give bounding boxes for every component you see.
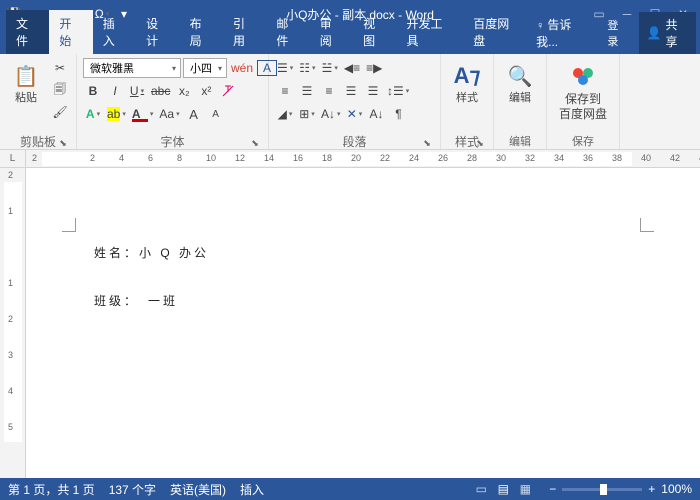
status-page[interactable]: 第 1 页，共 1 页 <box>8 481 95 498</box>
grow-font-button[interactable]: A <box>184 104 204 124</box>
show-marks-button[interactable]: A↓ <box>367 104 387 124</box>
page: 姓名：小 Q 办公 班级： 一班 <box>40 176 680 476</box>
font-size-combo[interactable]: 小四▾ <box>183 58 227 78</box>
tab-review[interactable]: 审阅 <box>310 10 353 54</box>
crop-mark-icon <box>640 218 654 232</box>
align-left-button[interactable]: ≡ <box>275 81 295 101</box>
document-area: 2112345 姓名：小 Q 办公 班级： 一班 <box>0 168 700 478</box>
ruler-corner[interactable]: L <box>0 150 26 168</box>
align-justify-button[interactable]: ☰ <box>341 81 361 101</box>
group-paragraph: ☰ ☷ ☱ ◀≡ ≡▶ ≡ ☰ ≡ ☰ ☰ ↕☰ ◢ ⊞ A↓ ✕ A↓ ¶ <box>269 54 441 149</box>
baidu-cloud-icon <box>569 62 597 90</box>
clipboard-launcher-icon[interactable]: ⬊ <box>58 138 68 148</box>
phonetic-guide-button[interactable]: wén <box>229 58 255 78</box>
status-bar: 第 1 页，共 1 页 137 个字 英语(美国) 插入 ▭ ▤ ▦ − + 1… <box>0 478 700 500</box>
editing-button[interactable]: 🔍 编辑 <box>500 58 540 109</box>
tab-file[interactable]: 文件 <box>6 10 49 54</box>
font-launcher-icon[interactable]: ⬊ <box>250 138 260 148</box>
zoom-control: − + 100% <box>549 482 692 496</box>
underline-button[interactable]: U <box>127 81 147 101</box>
ribbon-tabs: 文件 开始 插入 设计 布局 引用 邮件 审阅 视图 开发工具 百度网盘 ♀ 告… <box>0 28 700 54</box>
group-save-baidu: 保存到百度网盘 保存 <box>547 54 620 149</box>
tab-design[interactable]: 设计 <box>136 10 179 54</box>
tab-view[interactable]: 视图 <box>353 10 396 54</box>
font-color-button[interactable]: A <box>130 104 156 124</box>
group-font: 微软雅黑▾ 小四▾ wén A B I U abc x₂ x² A ab A A… <box>77 54 269 149</box>
font-name-combo[interactable]: 微软雅黑▾ <box>83 58 181 78</box>
horizontal-ruler[interactable]: 2246810121416182022242628303234363840424… <box>26 150 700 168</box>
search-icon: 🔍 <box>506 62 534 90</box>
shrink-font-button[interactable]: A <box>206 104 226 124</box>
numbering-button[interactable]: ☷ <box>297 58 317 78</box>
tell-me[interactable]: ♀ 告诉我... <box>530 13 597 53</box>
multilevel-button[interactable]: ☱ <box>320 58 340 78</box>
styles-launcher-icon[interactable]: ⬊ <box>475 138 485 148</box>
web-layout-button[interactable]: ▦ <box>515 481 535 497</box>
text-line: 班级： 一班 <box>94 286 209 316</box>
status-language[interactable]: 英语(美国) <box>170 481 226 498</box>
status-words[interactable]: 137 个字 <box>109 481 156 498</box>
strikethrough-button[interactable]: abc <box>149 81 172 101</box>
subscript-button[interactable]: x₂ <box>174 81 194 101</box>
ruler-area: L 22468101214161820222426283032343638404… <box>0 150 700 168</box>
align-center-button[interactable]: ☰ <box>297 81 317 101</box>
sort-button[interactable]: A↓ <box>319 104 343 124</box>
clipboard-icon: 📋 <box>12 62 40 90</box>
tab-references[interactable]: 引用 <box>223 10 266 54</box>
tab-mail[interactable]: 邮件 <box>266 10 309 54</box>
shading-button[interactable]: ◢ <box>275 104 295 124</box>
bold-button[interactable]: B <box>83 81 103 101</box>
cut-button[interactable]: ✂ <box>50 58 70 78</box>
share-button[interactable]: 👤共享 <box>639 12 696 54</box>
status-mode[interactable]: 插入 <box>240 481 264 498</box>
styles-icon: A⁊ <box>453 62 481 90</box>
bullets-button[interactable]: ☰ <box>275 58 295 78</box>
clear-format-button[interactable] <box>218 81 238 101</box>
change-case-button[interactable]: Aa <box>157 104 181 124</box>
decrease-indent-button[interactable]: ◀≡ <box>342 58 362 78</box>
format-painter-button[interactable]: 🖌 <box>50 102 70 122</box>
superscript-button[interactable]: x² <box>196 81 216 101</box>
ribbon: 📋 粘贴 ✂ 🗐 🖌 剪贴板⬊ 微软雅黑▾ 小四▾ wén A B I U <box>0 54 700 150</box>
save-to-baidu-button[interactable]: 保存到百度网盘 <box>553 58 613 126</box>
zoom-out-button[interactable]: − <box>549 482 556 496</box>
group-styles: A⁊ 样式 样式⬊ <box>441 54 494 149</box>
text-line: 姓名：小 Q 办公 <box>94 238 209 268</box>
tab-layout[interactable]: 布局 <box>180 10 223 54</box>
tab-baidu[interactable]: 百度网盘 <box>463 10 530 54</box>
tab-insert[interactable]: 插入 <box>93 10 136 54</box>
person-icon: 👤 <box>647 26 662 40</box>
increase-indent-button[interactable]: ≡▶ <box>364 58 384 78</box>
zoom-level[interactable]: 100% <box>661 482 692 496</box>
borders-button[interactable]: ⊞ <box>297 104 317 124</box>
copy-button[interactable]: 🗐 <box>50 80 70 100</box>
text-effects-button[interactable]: A <box>83 104 103 124</box>
crop-mark-icon <box>62 218 76 232</box>
line-spacing-button[interactable]: ↕☰ <box>385 81 411 101</box>
login-button[interactable]: 登录 <box>601 14 634 52</box>
zoom-slider[interactable] <box>562 488 642 491</box>
paste-button[interactable]: 📋 粘贴 <box>6 58 46 109</box>
read-mode-button[interactable]: ▭ <box>471 481 491 497</box>
group-clipboard: 📋 粘贴 ✂ 🗐 🖌 剪贴板⬊ <box>0 54 77 149</box>
tab-developer[interactable]: 开发工具 <box>397 10 464 54</box>
asian-layout-button[interactable]: ✕ <box>345 104 365 124</box>
document-canvas[interactable]: 姓名：小 Q 办公 班级： 一班 <box>26 168 700 478</box>
para-launcher-icon[interactable]: ⬊ <box>422 138 432 148</box>
document-content[interactable]: 姓名：小 Q 办公 班级： 一班 <box>94 238 209 316</box>
highlight-button[interactable]: ab <box>105 104 128 124</box>
pilcrow-button[interactable]: ¶ <box>389 104 409 124</box>
print-layout-button[interactable]: ▤ <box>493 481 513 497</box>
styles-button[interactable]: A⁊ 样式 <box>447 58 487 109</box>
zoom-in-button[interactable]: + <box>648 482 655 496</box>
align-right-button[interactable]: ≡ <box>319 81 339 101</box>
tab-home[interactable]: 开始 <box>49 10 92 54</box>
group-editing: 🔍 编辑 编辑 <box>494 54 547 149</box>
italic-button[interactable]: I <box>105 81 125 101</box>
distribute-button[interactable]: ☰ <box>363 81 383 101</box>
vertical-ruler[interactable]: 2112345 <box>0 168 26 478</box>
